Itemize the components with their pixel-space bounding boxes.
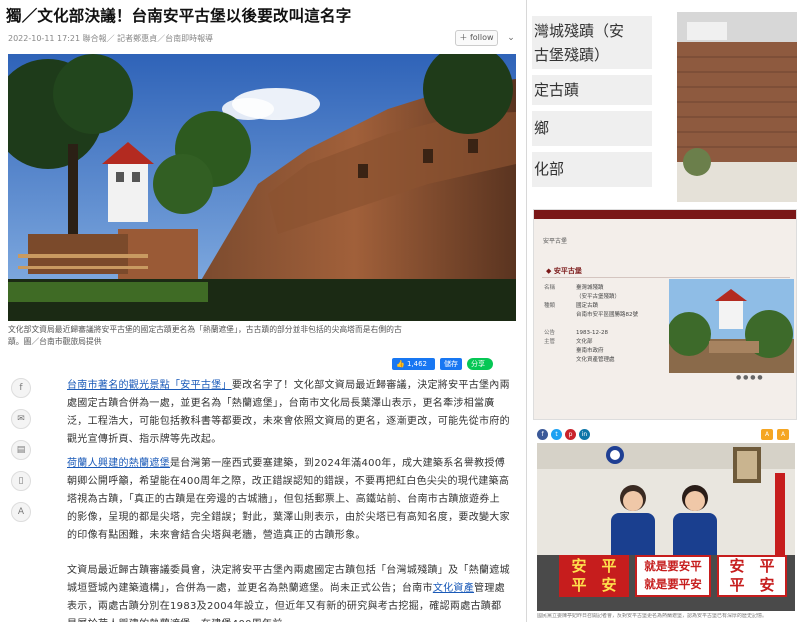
fort-illustration [8, 54, 516, 321]
info-row: 公告 1983-12-28 [544, 330, 608, 336]
save-button[interactable]: 儲存 [440, 358, 462, 370]
font-size-icon[interactable]: A [11, 502, 31, 522]
info-row [544, 320, 669, 329]
article-paragraph-3: 文資局最近歸古蹟審議委員會，決定將安平古堡內兩處國定古蹟包括「台灣城殘蹟」及「熱… [67, 565, 510, 622]
messenger-icon[interactable]: ✉ [11, 409, 31, 429]
protest-sign: 安 平 平 安 [559, 555, 629, 597]
heritage-location-box: 鄉 [532, 111, 652, 146]
side-toolbar: f ✉ ▤ ▯ A [11, 378, 33, 533]
facebook-like-button[interactable]: 👍 1,462 [392, 358, 435, 370]
breadcrumb[interactable]: 安平古堡 [543, 236, 567, 245]
article-headline: 獨／文化部決議！台南安平古堡以後要改叫這名字 [6, 7, 352, 25]
info-row: 種類 國定古蹟 [544, 303, 599, 309]
article-link[interactable]: 台南市著名的觀光景點「安平古堡」 [67, 380, 232, 391]
facebook-icon[interactable]: f [537, 429, 548, 440]
heritage-name-box: 灣城殘蹟（安 古堡殘蹟） [532, 16, 652, 69]
comment-icon[interactable]: ▤ [11, 440, 31, 460]
article-link[interactable]: 荷蘭人興建的熱蘭遮堡 [67, 458, 170, 469]
heritage-type-box: 定古蹟 [532, 75, 652, 105]
press-photo: 安 平 平 安 就是要安平 就是要平安 安 平 平 安 [537, 443, 795, 611]
heritage-authority-box: 化部 [532, 152, 652, 187]
facebook-icon[interactable]: f [11, 378, 31, 398]
info-row: （安平古堡殘蹟） [576, 294, 621, 300]
linkedin-icon[interactable]: in [579, 429, 590, 440]
info-row: 台南市安平區國勝路82號 [576, 312, 638, 318]
font-decrease-icon[interactable]: A [777, 429, 789, 440]
follow-button[interactable]: ＋ follow [455, 30, 498, 46]
share-row: 👍 1,462 儲存 分享 [392, 358, 493, 370]
font-increase-icon[interactable]: A [761, 429, 773, 440]
bookmark-icon[interactable]: ▯ [11, 471, 31, 491]
old-wall-photo [677, 12, 797, 202]
hero-photo-anping-fort [8, 54, 516, 321]
site-header-bar [534, 210, 796, 219]
press-photo-caption: 國民黨立委陳亭妃昨日召開記者會，反對安平古堡更名為熱蘭遮堡，認為安平古堡已有深厚… [537, 613, 768, 619]
info-row: 名稱 臺灣城殘蹟 [544, 285, 604, 291]
article-link[interactable]: 文化資產 [433, 583, 474, 594]
photo-caption: 文化部文資局最近歸審議將安平古堡的國定古蹟更名為「熱蘭遮堡」，古古蹟的部分並非包… [8, 325, 402, 346]
article-meta: 2022-10-11 17:21 聯合報／ 記者鄭惠貞／台南即時報導 [8, 34, 214, 43]
article-paragraph-1: 台南市著名的觀光景點「安平古堡」要改名字了！文化部文資局最近歸審議，決定將安平古… [67, 380, 510, 445]
info-row: 臺南市政府 [576, 348, 604, 354]
heritage-title: ◆ 安平古堡 [546, 267, 582, 275]
heritage-website-screenshot: 安平古堡 ◆ 安平古堡 名稱 臺灣城殘蹟 （安平古堡殘蹟） 種類 國定古蹟 台南市安… [533, 209, 797, 420]
chevron-down-icon[interactable]: ⌄ [504, 30, 518, 46]
heritage-photo [669, 279, 794, 373]
line-share-button[interactable]: 分享 [467, 358, 493, 370]
divider [542, 277, 790, 278]
press-conference-screenshot: f t p in A A 安 平 平 安 就是要安平 就是要平安 安 平 平 安… [533, 425, 797, 622]
carousel-dots[interactable]: ● ● ● ● [736, 374, 763, 381]
font-tools: A A [761, 429, 789, 440]
article-paragraph-2: 荷蘭人興建的熱蘭遮堡是台灣第一座西式要塞建築，到2024年滿400年，成大建築系… [67, 458, 510, 541]
info-row: 主管 文化部 [544, 339, 593, 345]
article-panel: 獨／文化部決議！台南安平古堡以後要改叫這名字 2022-10-11 17:21 … [0, 0, 527, 622]
pinterest-icon[interactable]: p [565, 429, 576, 440]
protest-sign: 安 平 平 安 [717, 555, 787, 597]
heritage-info-table: 名稱 臺灣城殘蹟 （安平古堡殘蹟） 種類 國定古蹟 台南市安平區國勝路82號 公告 1… [544, 284, 669, 365]
heritage-list-screenshot: 灣城殘蹟（安 古堡殘蹟） 定古蹟 鄉 化部 [528, 0, 800, 204]
protest-sign: 就是要安平 就是要平安 [635, 555, 711, 597]
twitter-icon[interactable]: t [551, 429, 562, 440]
info-row: 文化資產管理處 [576, 357, 615, 363]
social-share-row: f t p in [537, 429, 590, 440]
